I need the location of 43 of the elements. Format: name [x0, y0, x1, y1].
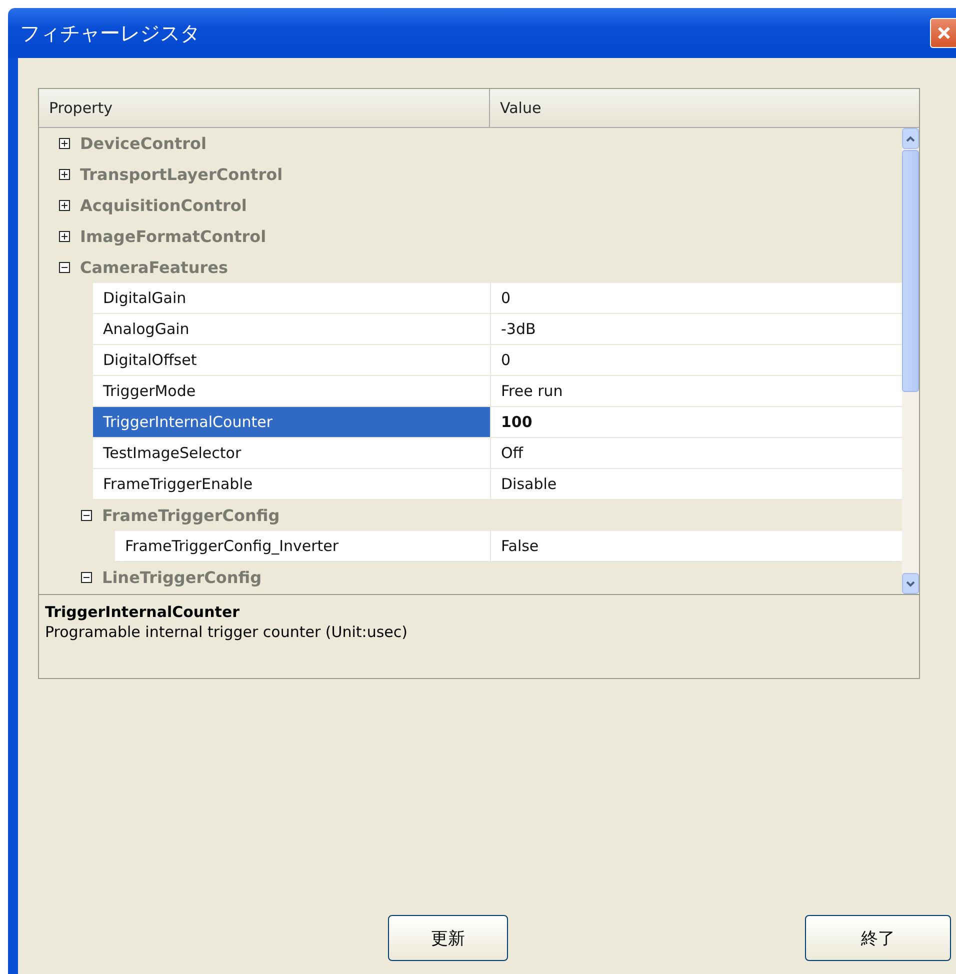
expander-icon[interactable] [81, 510, 92, 521]
scrollbar[interactable] [902, 128, 919, 594]
property-value[interactable]: Disable [491, 469, 902, 500]
property-name[interactable]: TestImageSelector [93, 438, 491, 469]
expander-icon[interactable] [59, 231, 70, 242]
close-icon [936, 25, 952, 41]
category-label: CameraFeatures [80, 258, 228, 277]
expander-icon[interactable] [81, 572, 92, 583]
property-name[interactable]: DigitalOffset [93, 345, 491, 376]
window-title: フィチャーレジスタ [20, 20, 200, 46]
expander-icon[interactable] [59, 169, 70, 180]
scroll-down-icon[interactable] [902, 573, 919, 594]
help-text: Programable internal trigger counter (Unit:usec) [45, 623, 408, 641]
category-label: TransportLayerControl [80, 165, 283, 184]
help-title: TriggerInternalCounter [45, 603, 241, 621]
property-name[interactable]: AnalogGain [93, 314, 491, 345]
property-value[interactable]: Off [491, 438, 902, 469]
scroll-thumb[interactable] [902, 150, 919, 392]
property-name[interactable]: FrameTriggerConfig_Inverter [115, 531, 491, 562]
category-label: DeviceControl [80, 134, 207, 153]
expander-icon[interactable] [59, 138, 70, 149]
category-label: FrameTriggerConfig [102, 506, 280, 525]
dialog-button[interactable]: 終了 [805, 915, 951, 961]
property-value[interactable]: 0 [491, 345, 902, 376]
property-value[interactable]: False [491, 531, 902, 562]
property-value[interactable]: 0 [491, 283, 902, 314]
property-name[interactable]: FrameTriggerEnable [93, 469, 491, 500]
dialog-button[interactable]: 更新 [388, 915, 508, 961]
column-header[interactable]: Value [490, 89, 919, 127]
property-name[interactable]: TriggerInternalCounter [93, 407, 491, 438]
property-value[interactable]: -3dB [491, 314, 902, 345]
category-label: AcquisitionControl [80, 196, 247, 215]
category-label: LineTriggerConfig [102, 568, 262, 587]
property-value[interactable]: 100 [491, 407, 902, 438]
close-button[interactable] [930, 18, 956, 48]
expander-icon[interactable] [59, 262, 70, 273]
expander-icon[interactable] [59, 200, 70, 211]
property-name[interactable]: DigitalGain [93, 283, 491, 314]
column-header[interactable]: Property [39, 89, 490, 127]
property-value[interactable]: Free run [491, 376, 902, 407]
scroll-up-icon[interactable] [902, 128, 919, 149]
property-name[interactable]: TriggerMode [93, 376, 491, 407]
category-label: ImageFormatControl [80, 227, 266, 246]
